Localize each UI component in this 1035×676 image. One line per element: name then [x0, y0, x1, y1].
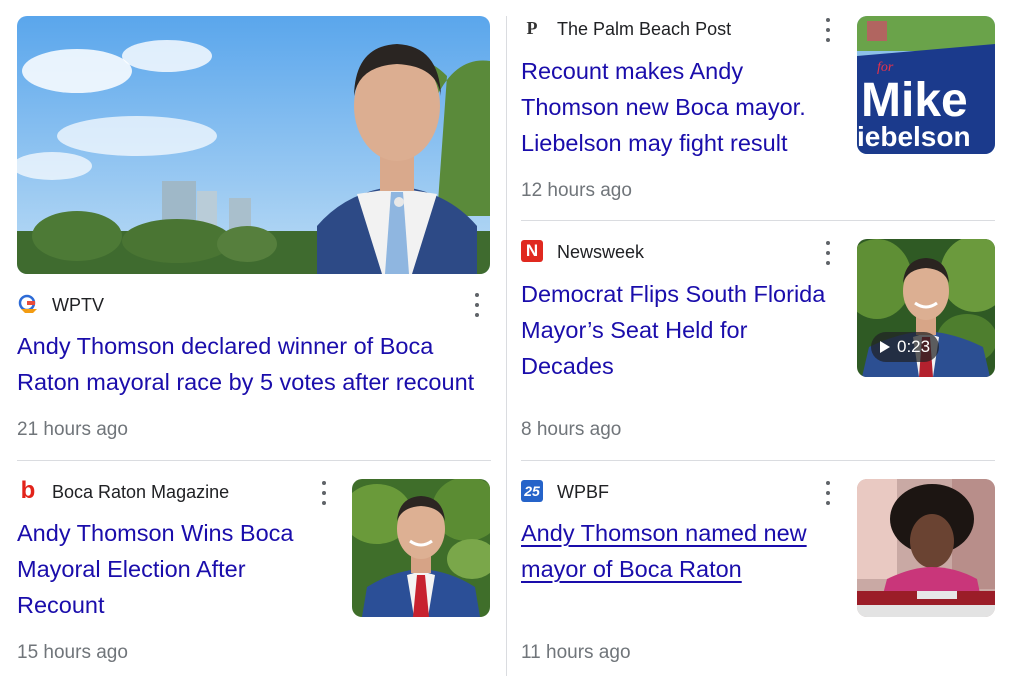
- article-timestamp: 15 hours ago: [17, 642, 128, 663]
- play-icon: [880, 341, 890, 353]
- more-options-icon[interactable]: [467, 292, 487, 318]
- svg-text:for: for: [877, 60, 894, 75]
- article-timestamp: 21 hours ago: [17, 419, 128, 440]
- article-timestamp: 8 hours ago: [521, 419, 622, 440]
- video-thumbnail[interactable]: 0:23: [857, 239, 995, 377]
- article-timestamp: 11 hours ago: [521, 642, 631, 663]
- wptv-logo-icon: [17, 293, 39, 315]
- row-divider: [17, 460, 491, 461]
- more-options-icon[interactable]: [818, 480, 838, 506]
- source-name: The Palm Beach Post: [557, 19, 732, 39]
- article-headline[interactable]: Democrat Flips South Florida Mayor’s Sea…: [521, 276, 841, 384]
- article-thumbnail[interactable]: Mike iebelson for: [857, 16, 995, 154]
- more-options-icon[interactable]: [818, 240, 838, 266]
- article-headline[interactable]: Andy Thomson named new mayor of Boca Rat…: [521, 515, 831, 587]
- source-name: Boca Raton Magazine: [52, 482, 230, 502]
- article-headline[interactable]: Recount makes Andy Thomson new Boca mayo…: [521, 53, 831, 161]
- video-duration-badge: 0:23: [871, 332, 940, 362]
- article-timestamp: 12 hours ago: [521, 180, 632, 201]
- wpbf-logo-icon: 25: [521, 480, 543, 502]
- video-duration: 0:23: [897, 337, 931, 356]
- newsweek-logo-icon: N: [521, 240, 543, 262]
- article-thumbnail[interactable]: [352, 479, 490, 617]
- row-divider: [521, 460, 995, 461]
- article-thumbnail[interactable]: [857, 479, 995, 617]
- source-name: WPTV: [52, 295, 104, 315]
- source-name: WPBF: [557, 482, 609, 502]
- sign-text: iebelson: [857, 121, 971, 152]
- more-options-icon[interactable]: [314, 480, 334, 506]
- article-headline[interactable]: Andy Thomson Wins Boca Mayoral Election …: [17, 515, 327, 623]
- sign-text: Mike: [861, 74, 968, 127]
- boca-raton-magazine-logo-icon: b: [20, 477, 36, 504]
- column-divider: [506, 16, 507, 676]
- source-name: Newsweek: [557, 242, 645, 262]
- row-divider: [521, 220, 995, 221]
- palm-beach-post-logo-icon: P: [526, 17, 538, 38]
- more-options-icon[interactable]: [818, 17, 838, 43]
- article-headline[interactable]: Andy Thomson declared winner of Boca Rat…: [17, 328, 497, 400]
- article-image-wptv[interactable]: [17, 16, 490, 274]
